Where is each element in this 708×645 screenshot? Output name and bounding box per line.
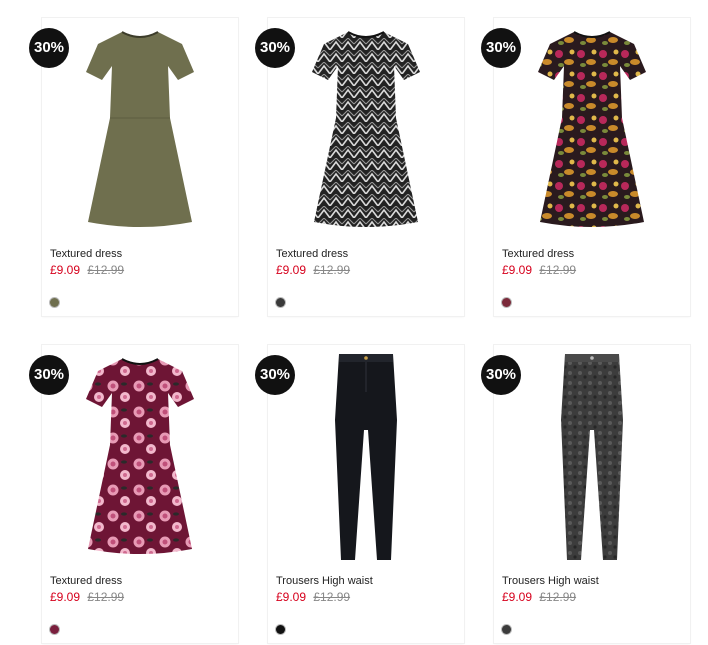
color-swatch[interactable]	[50, 625, 59, 634]
product-price: £9.09 £12.99	[50, 263, 124, 277]
color-swatch[interactable]	[502, 625, 511, 634]
product-card[interactable]: 30% Textured dress £9.09 £12.99	[29, 345, 238, 643]
sale-price: £9.09	[50, 590, 81, 604]
dress-image	[86, 30, 194, 227]
discount-badge: 30%	[29, 28, 69, 68]
product-name[interactable]: Textured dress	[502, 248, 574, 260]
product-image[interactable]	[42, 18, 238, 243]
product-card[interactable]: 30% Textured dress £9.09 £12.99	[255, 18, 464, 316]
product-image[interactable]	[494, 345, 690, 570]
product-image[interactable]	[494, 18, 690, 243]
original-price: £12.99	[313, 590, 351, 604]
product-image[interactable]	[42, 345, 238, 570]
color-swatch[interactable]	[276, 625, 285, 634]
product-name[interactable]: Textured dress	[50, 248, 122, 260]
product-price: £9.09 £12.99	[276, 263, 350, 277]
dress-image	[538, 30, 646, 227]
original-price: £12.99	[539, 263, 577, 277]
sale-price: £9.09	[276, 263, 307, 277]
color-swatch[interactable]	[276, 298, 285, 307]
color-swatch[interactable]	[50, 298, 59, 307]
discount-badge: 30%	[481, 28, 521, 68]
product-name[interactable]: Trousers High waist	[276, 575, 373, 587]
product-price: £9.09 £12.99	[50, 590, 124, 604]
product-price: £9.09 £12.99	[276, 590, 350, 604]
product-name[interactable]: Trousers High waist	[502, 575, 599, 587]
product-name[interactable]: Textured dress	[276, 248, 348, 260]
original-price: £12.99	[313, 263, 351, 277]
dress-image	[86, 357, 194, 554]
sale-price: £9.09	[502, 590, 533, 604]
discount-badge: 30%	[481, 355, 521, 395]
product-image[interactable]	[268, 18, 464, 243]
discount-badge: 30%	[255, 28, 295, 68]
sale-price: £9.09	[276, 590, 307, 604]
color-swatch[interactable]	[502, 298, 511, 307]
product-price: £9.09 £12.99	[502, 590, 576, 604]
trousers-image	[335, 354, 397, 560]
product-grid: 30% Textured dress £9.09 £12.99 30% Text…	[0, 0, 708, 645]
original-price: £12.99	[87, 590, 125, 604]
product-card[interactable]: 30% Trousers High waist £9.09 £12.99	[481, 345, 690, 643]
sale-price: £9.09	[502, 263, 533, 277]
sale-price: £9.09	[50, 263, 81, 277]
product-card[interactable]: 30% Textured dress £9.09 £12.99	[481, 18, 690, 316]
original-price: £12.99	[539, 590, 577, 604]
discount-badge: 30%	[29, 355, 69, 395]
product-price: £9.09 £12.99	[502, 263, 576, 277]
original-price: £12.99	[87, 263, 125, 277]
trousers-image	[561, 354, 623, 560]
product-card[interactable]: 30% Trousers High waist £9.09 £12.99	[255, 345, 464, 643]
discount-badge: 30%	[255, 355, 295, 395]
product-name[interactable]: Textured dress	[50, 575, 122, 587]
product-card[interactable]: 30% Textured dress £9.09 £12.99	[29, 18, 238, 316]
dress-image	[312, 30, 420, 227]
product-image[interactable]	[268, 345, 464, 570]
